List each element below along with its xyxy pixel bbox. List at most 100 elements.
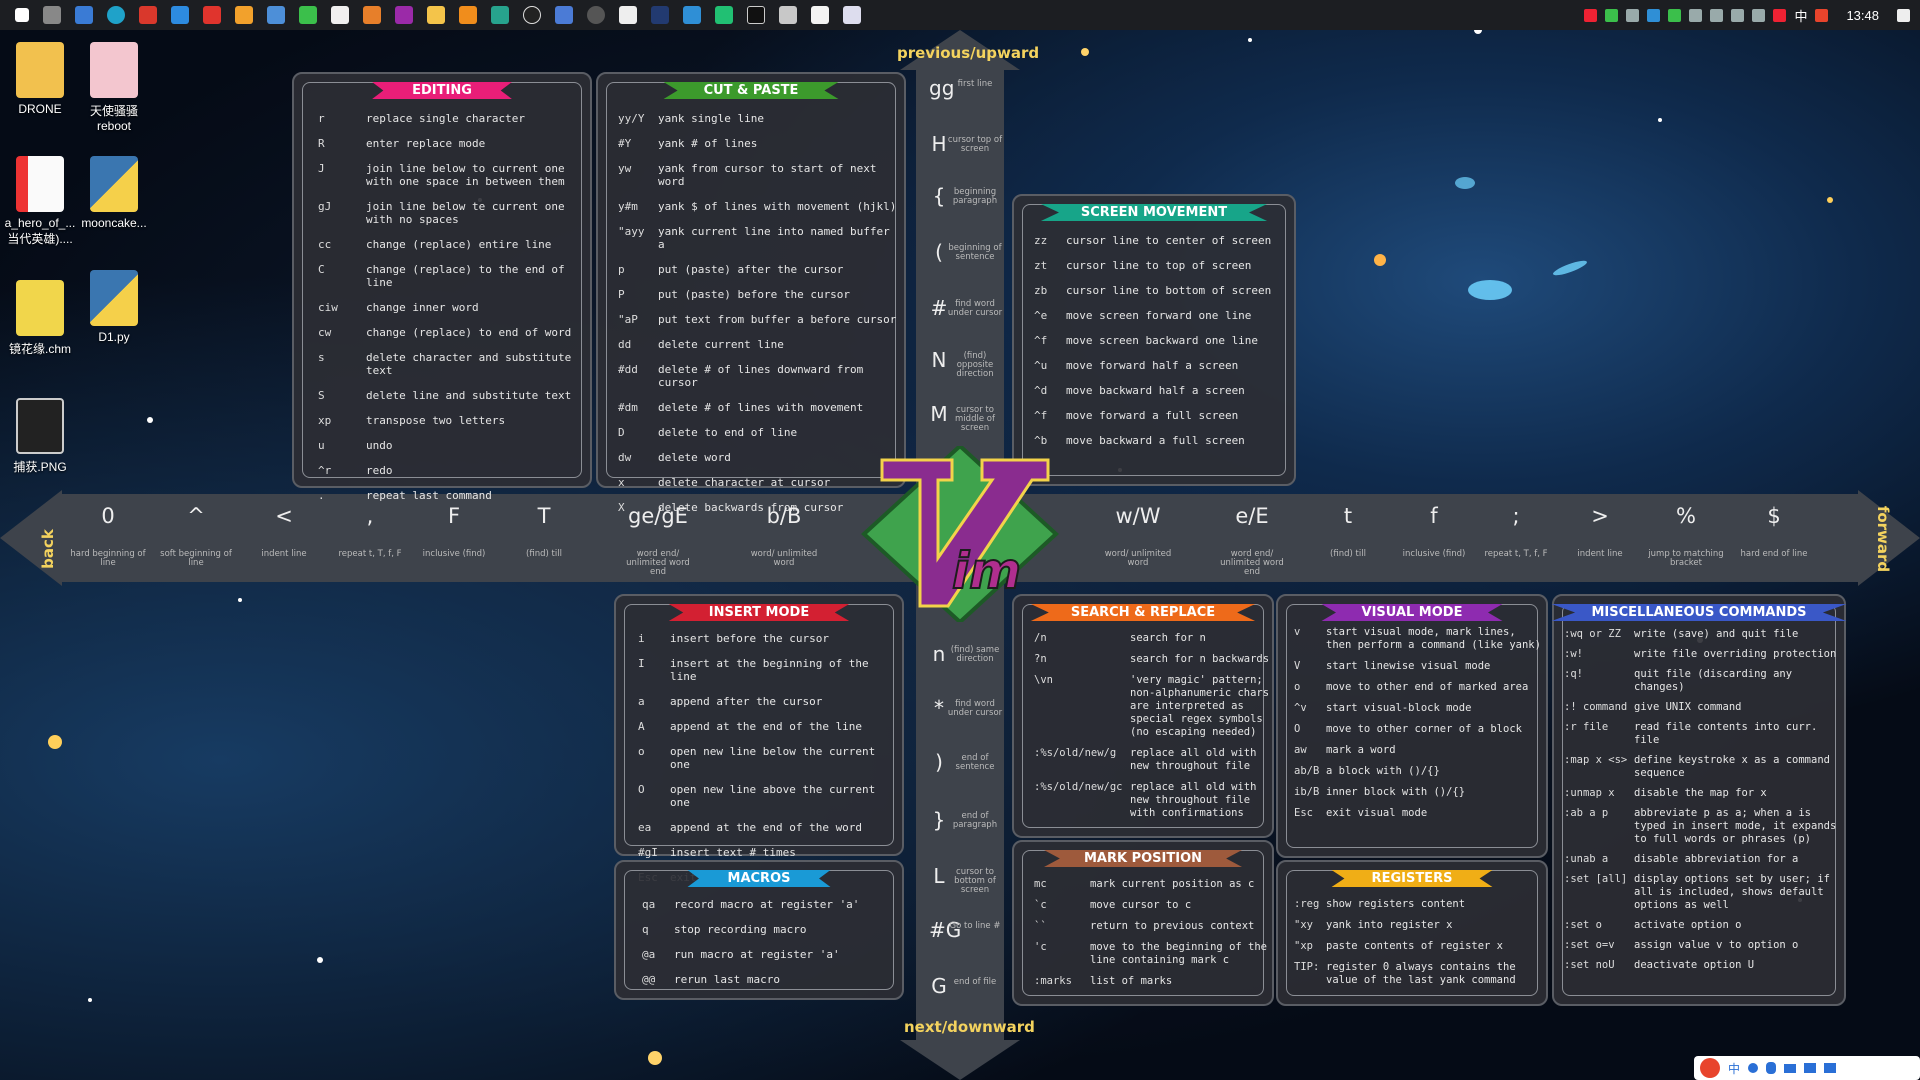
app-icon[interactable]	[683, 6, 701, 24]
microphone-icon[interactable]	[1766, 1062, 1777, 1074]
motion-description: cursor top of screen	[947, 135, 1003, 154]
skin-icon[interactable]	[1804, 1063, 1817, 1073]
command-row: p put (paste) after the cursor	[618, 263, 902, 276]
sogou-logo-icon	[1700, 1058, 1720, 1078]
cut-paste-panel: CUT & PASTE yy/Y yank single line #Y yank #…	[596, 72, 906, 514]
tray-icon[interactable]	[1584, 8, 1598, 22]
command-description: cursor line to center of screen	[1066, 234, 1272, 247]
qq-icon[interactable]	[523, 6, 541, 24]
app-icon[interactable]	[235, 6, 253, 24]
motion-description: find word under cursor	[947, 699, 1003, 718]
command-row: ^e move screen forward one line	[1034, 309, 1292, 322]
command-row: :%s/old/new/g replace all old with new th…	[1034, 747, 1270, 773]
command-key: 'c	[1034, 941, 1047, 953]
intellij-icon[interactable]	[747, 6, 765, 24]
command-description: search for n backwards	[1130, 653, 1270, 665]
github-icon[interactable]	[587, 6, 605, 24]
command-key: #dd	[618, 363, 638, 376]
command-description: move screen backward one line	[1066, 334, 1259, 347]
command-row: :wq or ZZ write (save) and quit file	[1564, 628, 1844, 641]
tray-icon[interactable]	[1626, 8, 1640, 22]
command-key: x	[618, 476, 625, 489]
app-icon[interactable]	[811, 6, 829, 24]
file-icon[interactable]	[331, 6, 349, 24]
command-key: P	[618, 288, 625, 301]
wps-icon[interactable]	[139, 6, 157, 24]
desktop-icon[interactable]: DRONE	[0, 42, 80, 116]
command-description: join line below te current one with no s…	[366, 200, 565, 226]
ime-toolbar[interactable]: 中	[1694, 1056, 1920, 1080]
command-description: insert at the beginning of the line	[670, 657, 869, 683]
command-description: define keystroke x as a command sequence	[1634, 754, 1830, 779]
vscode-icon[interactable]	[171, 6, 189, 24]
app-icon[interactable]	[843, 6, 861, 24]
command-key: :wq or ZZ	[1564, 628, 1621, 640]
xmind-icon[interactable]	[203, 6, 221, 24]
folder-icon[interactable]	[427, 6, 445, 24]
ime-indicator[interactable]: 中	[1794, 6, 1807, 25]
desktop-icon[interactable]: 天使骚骚 reboot	[74, 42, 154, 133]
command-description: exit visual mode	[1326, 807, 1428, 819]
ime-mode-indicator[interactable]: 中	[1728, 1060, 1740, 1077]
wifi-icon[interactable]	[1731, 8, 1745, 22]
rss-icon[interactable]	[395, 6, 413, 24]
clock[interactable]: 13:48	[1846, 8, 1879, 23]
desktop-icon[interactable]: mooncake...	[74, 156, 154, 230]
wechat-icon[interactable]	[299, 6, 317, 24]
motion-description: first line	[957, 79, 993, 89]
command-key: R	[318, 137, 325, 150]
app-icon[interactable]	[779, 6, 797, 24]
pycharm-icon[interactable]	[715, 6, 733, 24]
command-row: Vstart linewise visual mode	[1294, 660, 1544, 673]
command-description: put (paste) before the cursor	[658, 288, 851, 301]
desktop-icon[interactable]: 捕获.PNG	[0, 398, 80, 475]
volume-icon[interactable]	[1752, 8, 1766, 22]
toolbox-icon[interactable]	[1824, 1063, 1837, 1073]
editing-list: r replace single character Renter replace …	[318, 112, 588, 514]
app-icon[interactable]	[267, 6, 285, 24]
command-description: start visual-block mode	[1326, 702, 1472, 714]
command-description: delete character at cursor	[658, 476, 831, 489]
command-key: TIP:	[1294, 961, 1320, 973]
command-description: disable abbreviation for a	[1634, 853, 1799, 865]
command-description: run macro at register 'a'	[674, 948, 840, 961]
edge-icon[interactable]	[107, 6, 125, 24]
visual-mode-title: VISUAL MODE	[1321, 604, 1503, 621]
command-key: :set noU	[1564, 959, 1615, 971]
desktop-icon[interactable]: D1.py	[74, 270, 154, 344]
app-icon[interactable]	[555, 6, 573, 24]
png-file-icon	[16, 398, 64, 454]
battery-icon[interactable]	[1689, 8, 1703, 22]
keyboard-icon[interactable]	[1784, 1063, 1797, 1073]
app-icon[interactable]	[459, 6, 477, 24]
command-description: move to the beginning of the line contai…	[1090, 941, 1268, 966]
command-row: a append after the cursor	[638, 695, 900, 708]
command-row: cc change (replace) entire line	[318, 238, 588, 251]
app-icon[interactable]	[363, 6, 381, 24]
windows-start-icon[interactable]	[15, 8, 29, 22]
app-icon[interactable]	[491, 6, 509, 24]
leetcode-icon[interactable]	[651, 6, 669, 24]
tray-icon[interactable]	[1647, 8, 1661, 22]
command-key: :q!	[1564, 668, 1583, 680]
command-description: replace single character	[366, 112, 525, 125]
command-row: ^d move backward half a screen	[1034, 384, 1292, 397]
desktop-icon[interactable]: 镜花缘.chm	[0, 280, 80, 357]
command-key: #Y	[618, 137, 632, 150]
punctuation-icon[interactable]	[1748, 1063, 1759, 1073]
task-view-icon[interactable]	[43, 6, 61, 24]
command-key: p	[618, 263, 625, 276]
notification-icon[interactable]	[1897, 8, 1910, 22]
desktop-icon-label: mooncake...	[81, 216, 147, 230]
command-key: a	[638, 695, 645, 708]
sogou-icon[interactable]	[1815, 8, 1829, 22]
wechat-tray-icon[interactable]	[1605, 8, 1619, 22]
command-key: gJ	[318, 200, 332, 213]
typora-icon[interactable]	[619, 6, 637, 24]
tray-icon[interactable]	[1773, 8, 1787, 22]
app-icon[interactable]	[75, 6, 93, 24]
desktop-icon[interactable]: a_hero_of_... 当代英雄)....	[0, 156, 80, 247]
tray-icon[interactable]	[1668, 8, 1682, 22]
command-key: yw	[618, 162, 632, 175]
tray-icon[interactable]	[1710, 8, 1724, 22]
